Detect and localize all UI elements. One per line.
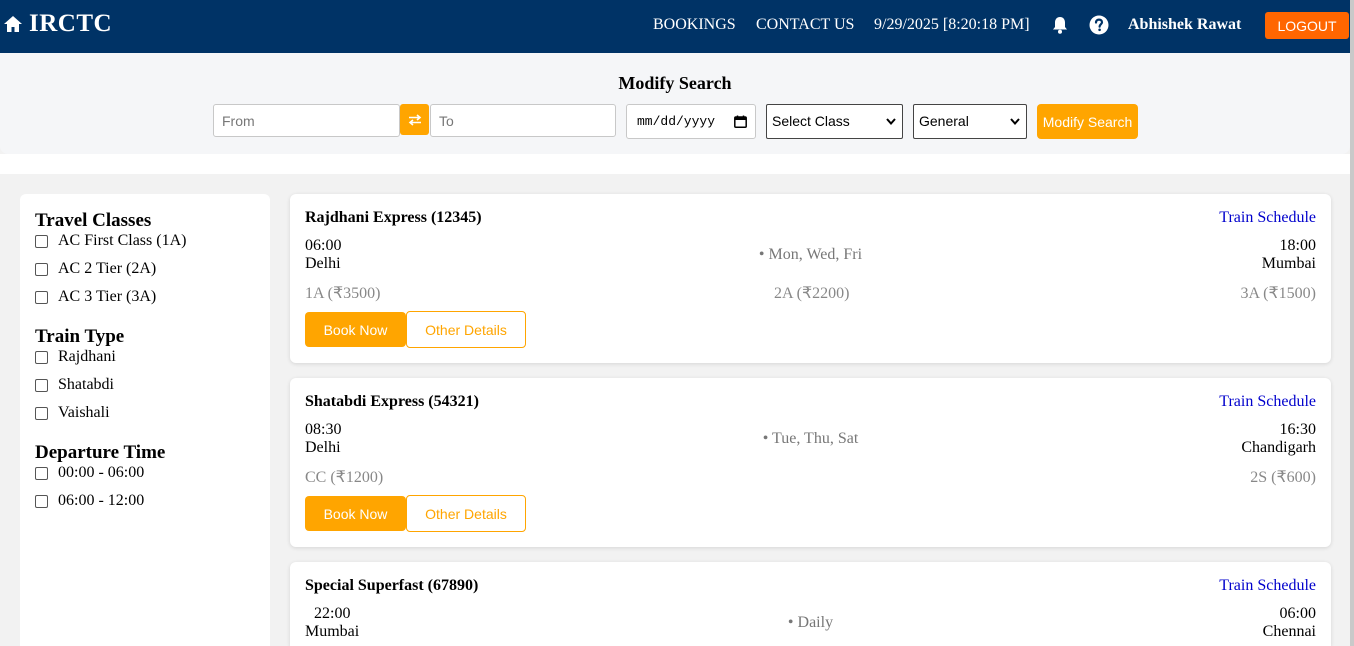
logout-button[interactable]: LOGOUT <box>1265 12 1349 39</box>
filter-departure-morning[interactable]: 06:00 - 12:00 <box>35 492 144 510</box>
page-scrollbar[interactable] <box>1350 0 1354 646</box>
nav-contact-us[interactable]: CONTACT US <box>756 16 854 34</box>
fare-cc: CC (₹1200) <box>305 469 384 486</box>
journey-date-input[interactable]: mm/dd/yyyy <box>626 104 756 139</box>
filter-class-2a[interactable]: AC 2 Tier (2A) <box>35 260 156 278</box>
fare-2a: 2A (₹2200) <box>774 285 850 302</box>
checkbox[interactable] <box>35 350 48 364</box>
top-nav-bar: IRCTC BOOKINGS CONTACT US 9/29/2025 [8:2… <box>0 0 1350 53</box>
filter-class-3a[interactable]: AC 3 Tier (3A) <box>35 288 156 306</box>
swap-icon <box>408 113 421 126</box>
nav-bookings[interactable]: BOOKINGS <box>653 16 736 34</box>
train-schedule-link[interactable]: Train Schedule <box>1219 393 1316 411</box>
running-days: • Mon, Wed, Fri <box>758 246 863 263</box>
filter-label: AC 2 Tier (2A) <box>58 260 157 277</box>
current-datetime: 9/29/2025 [8:20:18 PM] <box>874 16 1030 33</box>
from-input[interactable]: From <box>213 104 400 137</box>
book-now-button[interactable]: Book Now <box>305 496 406 531</box>
home-icon <box>4 16 22 32</box>
train-name: Special Superfast (67890) <box>305 577 479 594</box>
brand-name: IRCTC <box>29 10 113 37</box>
filter-type-vaishali[interactable]: Vaishali <box>35 404 110 422</box>
bell-icon[interactable] <box>1050 15 1070 35</box>
filter-type-shatabdi[interactable]: Shatabdi <box>35 376 114 394</box>
filter-heading-train-type: Train Type <box>35 326 125 347</box>
arrival-time: 18:00 <box>1279 237 1316 254</box>
filter-label: AC First Class (1A) <box>58 232 187 249</box>
chevron-down-icon <box>886 118 896 126</box>
chevron-down-icon <box>1010 118 1020 126</box>
class-select[interactable]: Select Class <box>766 104 903 139</box>
arrival-station: Chandigarh <box>1241 439 1316 456</box>
search-title: Modify Search <box>618 73 732 93</box>
checkbox[interactable] <box>35 378 48 392</box>
filter-label: Rajdhani <box>58 348 116 365</box>
filter-sidebar: Travel Classes AC First Class (1A) AC 2 … <box>20 194 270 646</box>
book-now-button[interactable]: Book Now <box>305 312 406 347</box>
brand-logo[interactable]: IRCTC <box>3 10 112 38</box>
filter-heading-departure-time: Departure Time <box>35 442 166 463</box>
class-select-value: Select Class <box>772 113 850 129</box>
running-days: • Tue, Thu, Sat <box>762 430 859 447</box>
train-schedule-link[interactable]: Train Schedule <box>1219 577 1316 595</box>
arrival-station: Mumbai <box>1261 255 1316 272</box>
filter-label: AC 3 Tier (3A) <box>58 288 157 305</box>
checkbox[interactable] <box>35 262 48 276</box>
train-card: Special Superfast (67890) Train Schedule… <box>290 562 1331 646</box>
other-details-button[interactable]: Other Details <box>406 311 526 348</box>
checkbox[interactable] <box>35 466 48 480</box>
filter-label: 00:00 - 06:00 <box>58 464 145 481</box>
other-details-button[interactable]: Other Details <box>406 495 526 532</box>
filter-departure-early[interactable]: 00:00 - 06:00 <box>35 464 144 482</box>
user-name[interactable]: Abhishek Rawat <box>1128 16 1241 34</box>
checkbox[interactable] <box>35 494 48 508</box>
train-card: Shatabdi Express (54321) Train Schedule … <box>290 378 1331 547</box>
swap-stations-button[interactable] <box>400 104 429 135</box>
running-days: • Daily <box>787 614 834 631</box>
arrival-time: 16:30 <box>1279 421 1316 438</box>
modify-search-panel: Modify Search From To mm/dd/yyyy Select … <box>0 53 1350 154</box>
train-name: Rajdhani Express (12345) <box>305 209 482 226</box>
fare-2s: 2S (₹600) <box>1250 469 1316 486</box>
fare-1a: 1A (₹3500) <box>305 285 381 302</box>
modify-search-button[interactable]: Modify Search <box>1037 104 1138 139</box>
train-name: Shatabdi Express (54321) <box>305 393 479 410</box>
quota-select-value: General <box>919 113 969 129</box>
filter-label: Shatabdi <box>58 376 114 393</box>
checkbox[interactable] <box>35 406 48 420</box>
fare-3a: 3A (₹1500) <box>1240 285 1316 302</box>
filter-label: 06:00 - 12:00 <box>58 492 145 509</box>
to-input[interactable]: To <box>430 104 616 137</box>
filter-heading-travel-classes: Travel Classes <box>35 210 152 231</box>
date-placeholder: mm/dd/yyyy <box>637 114 716 129</box>
filter-type-rajdhani[interactable]: Rajdhani <box>35 348 116 366</box>
arrival-station: Chennai <box>1262 623 1316 640</box>
filter-class-1a[interactable]: AC First Class (1A) <box>35 232 186 250</box>
filter-label: Vaishali <box>58 404 110 421</box>
quota-select[interactable]: General <box>913 104 1027 139</box>
calendar-icon[interactable] <box>734 115 747 128</box>
checkbox[interactable] <box>35 234 48 248</box>
checkbox[interactable] <box>35 290 48 304</box>
help-icon[interactable] <box>1089 15 1109 35</box>
arrival-time: 06:00 <box>1279 605 1316 622</box>
train-schedule-link[interactable]: Train Schedule <box>1219 209 1316 227</box>
divider-strip <box>0 154 1350 174</box>
train-card: Rajdhani Express (12345) Train Schedule … <box>290 194 1331 363</box>
